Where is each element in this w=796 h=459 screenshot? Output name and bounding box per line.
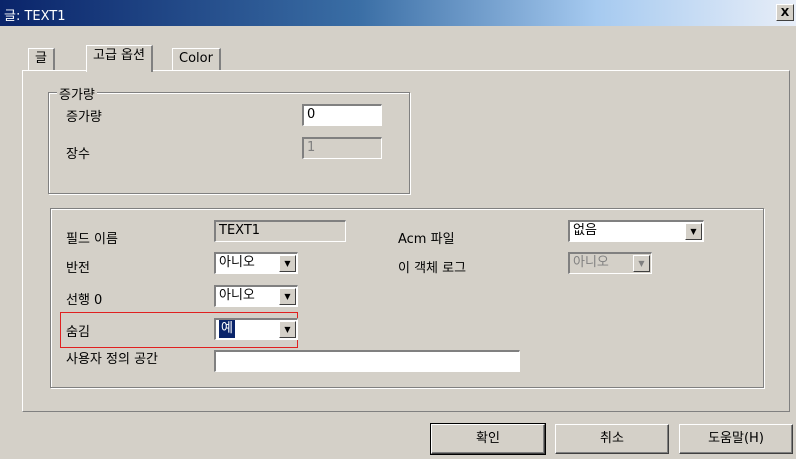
user-space-label: 사용자 정의 공간 [66,352,158,367]
hide-label: 숨김 [66,325,90,340]
ok-button[interactable]: 확인 [430,423,546,455]
reverse-label: 반전 [66,261,90,276]
chevron-down-icon[interactable]: ▼ [279,255,296,272]
reverse-select[interactable]: 아니오 ▼ [214,252,298,274]
count-label: 장수 [66,147,90,162]
acm-file-label: Acm 파일 [398,232,455,247]
count-input: 1 [302,137,382,159]
leading-zero-value: 아니오 [219,288,255,303]
leading-zero-label: 선행 0 [66,293,103,308]
tab-color[interactable]: Color [172,48,221,70]
tab-advanced-options[interactable]: 고급 옵션 [86,45,153,72]
increment-input[interactable]: 0 [302,104,382,126]
reverse-value: 아니오 [219,255,255,270]
hide-select[interactable]: 예 ▼ [214,318,298,340]
field-name-label: 필드 이름 [66,232,118,247]
acm-file-select[interactable]: 없음 ▼ [568,220,704,242]
window-title: 글: TEXT1 [4,9,66,24]
leading-zero-select[interactable]: 아니오 ▼ [214,285,298,307]
increment-group-legend: 증가량 [57,84,97,103]
acm-file-value: 없음 [573,223,597,238]
chevron-down-icon[interactable]: ▼ [279,288,296,305]
log-value: 아니오 [573,255,609,270]
chevron-down-icon[interactable]: ▼ [685,223,702,240]
cancel-button[interactable]: 취소 [555,424,669,454]
tab-text[interactable]: 글 [28,48,55,70]
log-label: 이 객체 로그 [398,261,467,276]
chevron-down-icon[interactable]: ▼ [279,321,296,338]
user-space-input[interactable] [214,350,520,372]
hide-value: 예 [218,320,236,339]
chevron-down-icon: ▼ [633,255,650,272]
close-button[interactable]: X [776,4,794,21]
field-name-input: TEXT1 [214,220,346,242]
log-select: 아니오 ▼ [568,252,652,274]
title-bar: 글: TEXT1 X [0,0,796,26]
help-button[interactable]: 도움말(H) [679,424,793,454]
increment-label: 증가량 [66,110,102,125]
